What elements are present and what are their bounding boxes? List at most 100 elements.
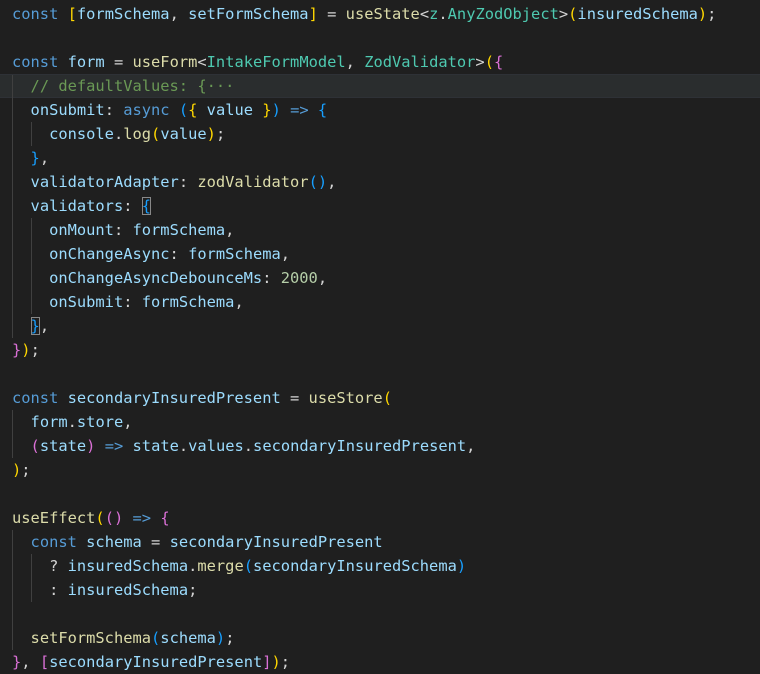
code-line[interactable]: : insuredSchema;	[0, 578, 760, 602]
code-token-variable: values	[188, 437, 244, 455]
code-line[interactable]: onMount: formSchema,	[0, 218, 760, 242]
code-token-variable: formSchema	[132, 221, 226, 239]
code-token-bracket1: {	[188, 101, 207, 119]
code-token-variable: onChangeAsyncDebounceMs	[49, 269, 263, 287]
code-token-variable: schema	[86, 533, 142, 551]
code-token-comment: // defaultValues: {	[30, 77, 207, 95]
code-line[interactable]: onChangeAsync: formSchema,	[0, 242, 760, 266]
code-line[interactable]	[0, 362, 760, 386]
code-token-punctuation: ,	[345, 53, 365, 71]
code-token-variable: store	[76, 413, 124, 431]
code-token-punctuation: <	[197, 53, 207, 71]
code-line[interactable]: },	[0, 314, 760, 338]
code-token-type: IntakeFormModel	[206, 53, 346, 71]
code-line[interactable]: validatorAdapter: zodValidator(),	[0, 170, 760, 194]
code-token-punctuation: ,	[234, 293, 244, 311]
indent-guide	[30, 122, 32, 146]
code-line[interactable]: setFormSchema(schema);	[0, 626, 760, 650]
code-token-function: useForm	[132, 53, 198, 71]
code-line[interactable]: validators: {	[0, 194, 760, 218]
code-token-punctuation: >	[558, 5, 569, 23]
code-line[interactable]: },	[0, 146, 760, 170]
code-line[interactable]: });	[0, 338, 760, 362]
code-token-punctuation: <	[419, 5, 430, 23]
code-token-keyword: =>	[123, 509, 161, 527]
code-token-function: useEffect	[12, 509, 96, 527]
indent-guide	[12, 242, 13, 266]
code-token-punctuation: .	[438, 5, 448, 23]
code-line[interactable]: );	[0, 458, 760, 482]
code-token-variable: validators	[30, 197, 124, 215]
code-token-function: setFormSchema	[30, 629, 152, 647]
code-token-type: AnyZodObject	[447, 5, 559, 23]
indent-guide	[12, 434, 13, 458]
code-line[interactable]: useEffect(() => {	[0, 506, 760, 530]
code-token-bracket1: )	[271, 653, 281, 671]
code-token-variable: validatorAdapter	[30, 173, 179, 191]
code-token-bracket3: )	[317, 173, 328, 191]
code-line[interactable]	[0, 602, 760, 626]
code-line[interactable]: const secondaryInsuredPresent = useStore…	[0, 386, 760, 410]
indent-guide	[12, 530, 13, 554]
code-line[interactable]: onSubmit: formSchema,	[0, 290, 760, 314]
code-token-punctuation: >	[475, 53, 485, 71]
code-token-keyword: const	[12, 5, 68, 23]
code-token-bracket3: (	[151, 629, 161, 647]
code-token-variable: onSubmit	[30, 101, 105, 119]
code-token-bracket3: {	[141, 197, 152, 215]
indent-guide	[12, 554, 13, 578]
indent-guide	[12, 626, 13, 650]
indent-guide	[12, 75, 13, 99]
code-token-variable: insuredSchema	[67, 581, 189, 599]
code-token-punctuation: :	[104, 101, 124, 119]
code-line[interactable]: const schema = secondaryInsuredPresent	[0, 530, 760, 554]
indent-guide	[12, 290, 13, 314]
code-token-function: useStore	[308, 389, 383, 407]
code-line[interactable]: console.log(value);	[0, 122, 760, 146]
indent-guide	[12, 194, 13, 218]
code-token-variable: onSubmit	[49, 293, 124, 311]
code-token-comment: ···	[206, 77, 235, 95]
code-token-bracket2: (	[30, 437, 40, 455]
code-token-keyword: const	[12, 53, 68, 71]
code-token-bracket1: (	[95, 509, 105, 527]
code-token-punctuation: =	[104, 53, 133, 71]
code-token-type: ZodValidator	[364, 53, 476, 71]
code-token-bracket1: [	[67, 5, 77, 23]
code-line[interactable]: form.store,	[0, 410, 760, 434]
code-token-bracket2: }	[12, 341, 22, 359]
code-line[interactable]: }, [secondaryInsuredPresent]);	[0, 650, 760, 674]
code-line[interactable]: // defaultValues: {···	[0, 74, 760, 99]
code-line[interactable]: onChangeAsyncDebounceMs: 2000,	[0, 266, 760, 290]
code-token-variable: secondaryInsuredPresent	[67, 389, 281, 407]
code-line[interactable]: const [formSchema, setFormSchema] = useS…	[0, 2, 760, 26]
code-token-function: merge	[197, 557, 244, 575]
code-token-punctuation: ;	[215, 125, 226, 143]
indent-guide	[30, 290, 32, 314]
code-editor[interactable]: const [ formSchema, setFormSchema] = useS…	[0, 0, 760, 673]
indent-guide	[12, 98, 13, 122]
code-token-punctuation: =	[317, 5, 346, 23]
code-token-keyword: const	[12, 389, 68, 407]
code-line[interactable]: const form = useForm<IntakeFormModel, Zo…	[0, 50, 760, 74]
code-token-punctuation: :	[178, 173, 198, 191]
code-token-punctuation: ,	[123, 413, 133, 431]
code-line[interactable]: onSubmit: async ({ value }) => {	[0, 98, 760, 122]
code-token-punctuation: :	[49, 581, 68, 599]
code-line[interactable]: ? insuredSchema.merge(secondaryInsuredSc…	[0, 554, 760, 578]
code-token-punctuation: =	[280, 389, 309, 407]
code-token-variable: formSchema	[188, 245, 281, 263]
code-token-bracket2: ]	[262, 653, 272, 671]
code-token-punctuation: .	[67, 413, 77, 431]
code-token-bracket3: )	[456, 557, 467, 575]
code-line[interactable]: (state) => state.values.secondaryInsured…	[0, 434, 760, 458]
code-token-variable: schema	[160, 629, 216, 647]
code-token-function: zodValidator	[197, 173, 309, 191]
code-token-punctuation: =	[141, 533, 170, 551]
code-line[interactable]	[0, 482, 760, 506]
code-line[interactable]	[0, 26, 760, 50]
code-token-punctuation: .	[243, 437, 254, 455]
